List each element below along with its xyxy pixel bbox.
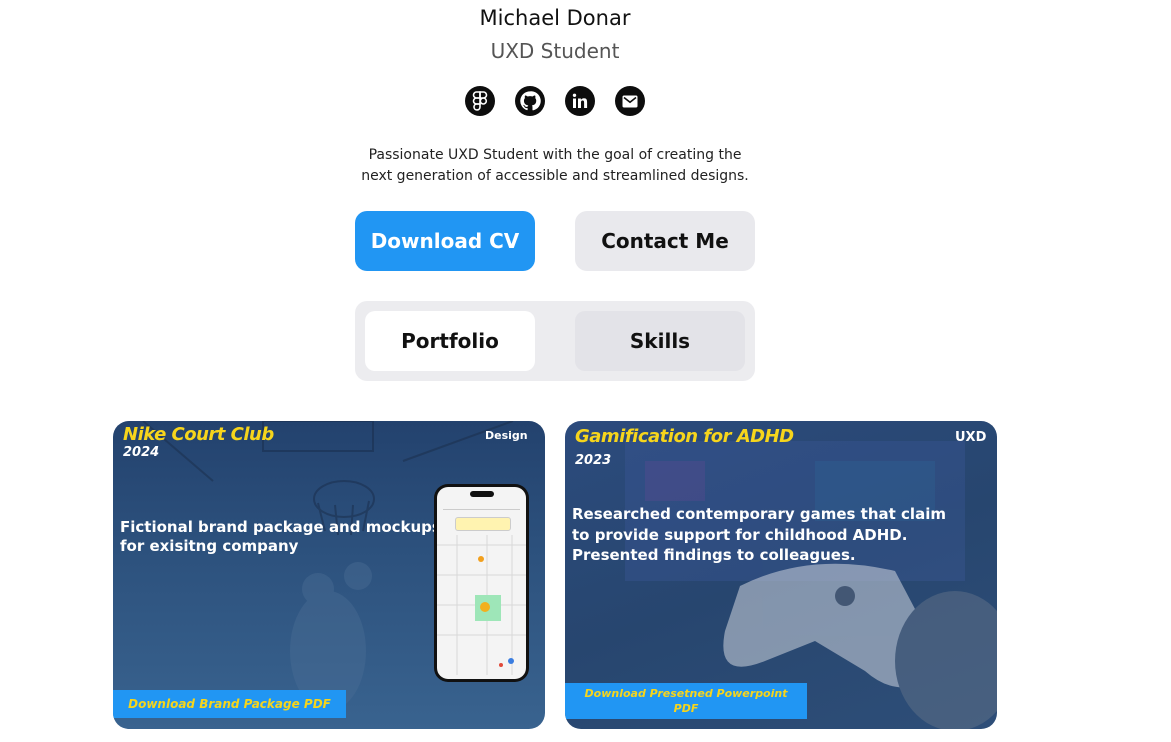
bio-line: Passionate UXD Student with the goal of …: [368, 147, 742, 163]
card-description-line: to provide support for childhood ADHD.: [572, 525, 908, 544]
profile-bio: Passionate UXD Student with the goal of …: [355, 145, 755, 187]
download-cv-button[interactable]: Download CV: [355, 211, 535, 271]
bio-line: next generation of accessible and stream…: [361, 168, 749, 184]
github-icon[interactable]: [515, 86, 545, 116]
project-card-adhd[interactable]: Gamification for ADHD 2023 UXD Researche…: [565, 421, 997, 729]
card-tag: Design: [485, 429, 528, 442]
email-icon[interactable]: [615, 86, 645, 116]
card-description-line: Presented findings to colleagues.: [572, 546, 856, 564]
download-label-line: PDF: [673, 702, 699, 715]
card-description-line: Fictional brand package and mockups: [120, 518, 441, 536]
contact-me-button[interactable]: Contact Me: [575, 211, 755, 271]
tab-portfolio[interactable]: Portfolio: [365, 311, 535, 371]
tab-skills[interactable]: Skills: [575, 311, 745, 371]
project-card-nike[interactable]: Nike Court Club 2024 Design Fictional br…: [113, 421, 545, 729]
card-year: 2023: [575, 453, 612, 468]
figma-icon[interactable]: [465, 86, 495, 116]
card-description: Fictional brand package and mockups for …: [120, 518, 441, 556]
card-tag: UXD: [955, 430, 987, 445]
card-description: Researched contemporary games that claim…: [572, 504, 946, 566]
card-description-line: for exisitng company: [120, 537, 299, 555]
profile-name: Michael Donar: [479, 6, 631, 30]
download-powerpoint-button[interactable]: Download Presetned Powerpoint PDF: [565, 683, 807, 719]
linkedin-icon[interactable]: [565, 86, 595, 116]
card-title: Gamification for ADHD: [575, 426, 794, 447]
download-label-line: Download Presetned Powerpoint: [584, 687, 788, 700]
download-brand-package-button[interactable]: Download Brand Package PDF: [113, 690, 346, 718]
section-tabs: Portfolio Skills: [355, 301, 755, 381]
profile-role: UXD Student: [490, 39, 620, 63]
social-links: [465, 86, 645, 116]
card-year: 2024: [123, 445, 160, 460]
card-description-line: Researched contemporary games that claim: [572, 505, 946, 523]
phone-mockup: [434, 484, 529, 682]
card-title: Nike Court Club: [123, 424, 274, 445]
